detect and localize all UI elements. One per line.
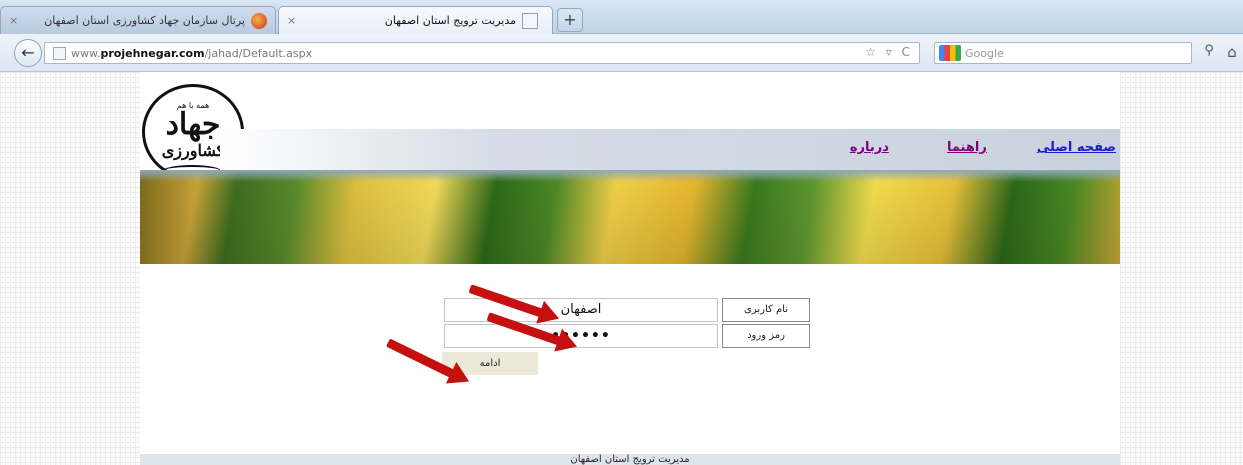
tab-title: مدیریت ترویج استان اصفهان [384,14,516,27]
tab-title: پرتال سازمان جهاد کشاورزی استان اصفهان [44,14,245,27]
banner-sky [140,170,1120,182]
site-favicon-icon [251,12,267,29]
search-icon[interactable]: ⚲ [1199,43,1219,63]
search-input[interactable]: Google [934,42,1192,64]
close-icon[interactable]: × [287,14,296,27]
home-icon[interactable]: ⌂ [1222,43,1242,63]
username-label: نام کاربری [722,298,810,322]
tab-extension-management[interactable]: مدیریت ترویج استان اصفهان × [278,6,553,34]
browser-nav-bar: ← www. projehnegar.com/jahad/Default.aspx… [0,34,1243,72]
site-nav: صفحه اصلی راهنما درباره [850,140,1116,155]
nav-link-about[interactable]: درباره [850,140,889,155]
username-field[interactable]: اصفهان [444,298,718,322]
url-bar[interactable]: www. projehnegar.com/jahad/Default.aspx ☆… [44,42,920,64]
page-viewport: همه با هم جهاد کشاورزی صفحه اصلی راهنما … [0,72,1243,465]
blank-page-icon [522,12,538,29]
url-path: /jahad/Default.aspx [204,46,313,60]
back-button[interactable]: ← [14,39,42,67]
password-field[interactable]: •••••• [444,324,718,348]
url-domain: projehnegar.com [100,46,205,60]
page-content: همه با هم جهاد کشاورزی صفحه اصلی راهنما … [140,72,1120,465]
browser-tab-strip: پرتال سازمان جهاد کشاورزی استان اصفهان ×… [0,0,1243,34]
wheat-field-banner [140,170,1120,264]
page-footer: مدیریت ترویج استان اصفهان [140,454,1120,465]
new-tab-button[interactable]: + [557,8,583,32]
google-engine-icon[interactable] [939,45,961,61]
page-identity-icon [53,47,66,60]
search-placeholder: Google [965,46,1004,60]
tab-portal[interactable]: پرتال سازمان جهاد کشاورزی استان اصفهان × [0,6,276,34]
url-bar-actions[interactable]: ☆ ▿ C [865,45,913,59]
password-label: رمز ورود [722,324,810,348]
close-icon[interactable]: × [9,14,18,27]
nav-link-guide[interactable]: راهنما [947,140,987,155]
url-prefix: www. [71,46,101,60]
nav-link-home[interactable]: صفحه اصلی [1037,140,1116,155]
